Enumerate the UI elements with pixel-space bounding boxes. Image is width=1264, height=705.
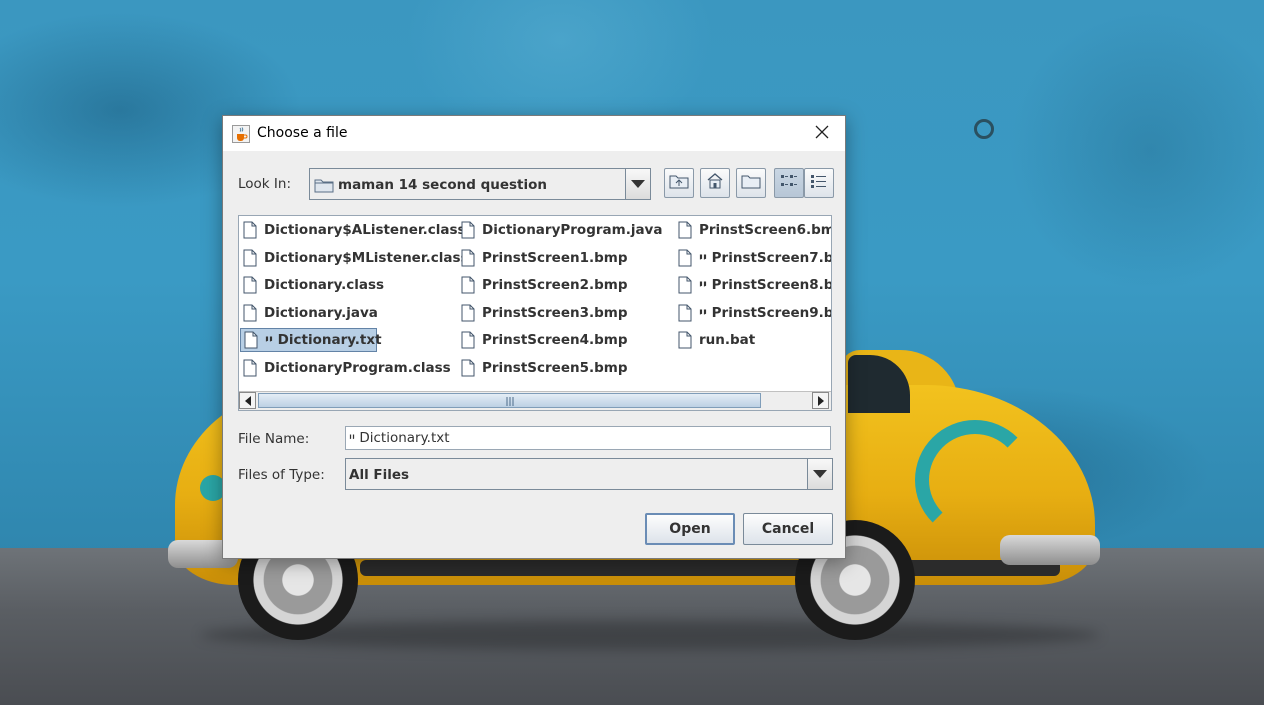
file-item[interactable]: PrinstScreen2.bmp [458,273,628,297]
file-name-label: File Name: [238,431,310,447]
file-icon [678,304,692,322]
file-name-text: Dictionary.java [264,304,378,321]
file-icon [243,221,257,239]
file-name-text: PrinstScreen5.bmp [482,360,628,376]
file-name-text: יי PrinstScreen9.bmp [699,304,831,321]
home-button[interactable] [700,168,730,198]
file-item[interactable]: PrinstScreen6.bmp [675,218,832,242]
file-icon [243,276,257,294]
file-name-text: PrinstScreen4.bmp [482,332,628,349]
file-item[interactable]: PrinstScreen5.bmp [458,356,628,380]
file-name-text: Dictionary$AListener.class [264,222,466,238]
file-item[interactable]: run.bat [675,328,755,352]
file-chooser-dialog: Choose a file Look In: maman 14 second q… [222,115,846,559]
file-icon [678,276,692,294]
cancel-button[interactable]: Cancel [743,513,833,545]
file-name-text: run.bat [699,332,756,349]
file-name-text: DictionaryProgram.java [482,222,663,238]
horizontal-scrollbar[interactable] [239,391,831,410]
chevron-down-icon[interactable] [807,459,832,489]
arrow-left-icon [244,391,252,410]
file-item[interactable]: יי PrinstScreen7.bmp [675,246,831,270]
file-item[interactable]: PrinstScreen4.bmp [458,328,628,352]
file-list[interactable]: Dictionary$AListener.class Dictionary$MLi… [238,215,832,411]
file-name-text: Dictionary.class [264,277,385,294]
file-item[interactable]: DictionaryProgram.class [240,356,451,380]
file-name-text: PrinstScreen3.bmp [482,304,628,321]
dialog-title: Choose a file [257,125,348,141]
look-in-combo[interactable]: maman 14 second question [309,168,651,200]
file-icon [243,304,257,322]
file-item[interactable]: DictionaryProgram.java [458,218,662,242]
file-icon [461,221,475,239]
file-item[interactable]: Dictionary.java [240,301,378,325]
file-name-text: PrinstScreen1.bmp [482,249,628,266]
look-in-label: Look In: [238,176,291,192]
file-icon [678,221,692,239]
file-icon [461,276,475,294]
details-view-button[interactable] [804,168,834,198]
file-type-label: Files of Type: [238,467,325,483]
file-icon [461,304,475,322]
chevron-down-icon[interactable] [625,169,650,199]
file-item[interactable]: יי Dictionary.txt [240,328,382,353]
folder-icon [314,177,334,197]
scrollbar-thumb[interactable] [258,393,761,408]
file-name-input[interactable]: יי Dictionary.txt [345,426,831,450]
file-item[interactable]: Dictionary$AListener.class [240,218,466,242]
file-icon [461,359,475,377]
file-icon [678,331,692,349]
file-icon [678,249,692,267]
file-item[interactable]: יי PrinstScreen9.bmp [675,301,831,325]
look-in-value: maman 14 second question [338,177,548,193]
file-icon [461,249,475,267]
car-stripe [360,560,1060,576]
up-one-level-button[interactable] [664,168,694,198]
close-icon [815,124,829,143]
file-type-value: All Files [349,467,410,483]
file-item[interactable]: Dictionary.class [240,273,384,297]
file-name-text: יי PrinstScreen7.bmp [699,249,831,266]
new-folder-icon [741,173,761,193]
title-bar[interactable]: Choose a file [223,116,845,151]
file-item[interactable]: Dictionary$MListener.class [240,246,469,270]
home-icon [706,172,724,194]
file-icon [461,331,475,349]
file-item[interactable]: PrinstScreen3.bmp [458,301,628,325]
list-view-icon [780,173,798,193]
file-name-text: יי PrinstScreen8.bmp [699,277,831,294]
up-folder-icon [669,173,689,193]
grip-icon [506,391,514,410]
file-item[interactable]: יי PrinstScreen8.bmp [675,273,831,297]
car-decal-ring [915,420,1035,540]
car-front-bumper [1000,535,1100,565]
arrow-right-icon [817,391,825,410]
file-name-text: PrinstScreen6.bmp [699,222,832,238]
new-folder-button[interactable] [736,168,766,198]
file-name-text: DictionaryProgram.class [264,360,451,376]
scroll-right-button[interactable] [812,392,829,409]
file-icon [244,331,258,349]
details-view-icon [810,173,828,193]
wall-bolt [974,119,994,139]
file-name-text: PrinstScreen2.bmp [482,277,628,294]
file-type-combo[interactable]: All Files [345,458,833,490]
file-item[interactable]: PrinstScreen1.bmp [458,246,628,270]
open-button[interactable]: Open [645,513,735,545]
file-name-text: Dictionary$MListener.class [264,249,469,266]
file-name-text: יי Dictionary.txt [265,332,382,349]
list-view-button[interactable] [774,168,804,198]
scroll-left-button[interactable] [239,392,256,409]
file-icon [243,249,257,267]
java-cup-icon [232,125,250,143]
file-icon [243,359,257,377]
close-button[interactable] [799,116,845,151]
